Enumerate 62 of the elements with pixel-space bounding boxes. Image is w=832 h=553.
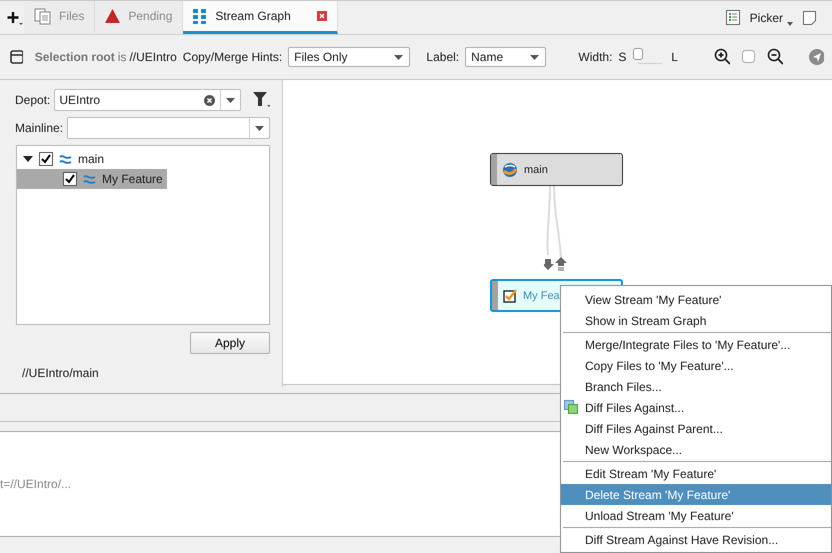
checkbox[interactable]	[39, 152, 53, 166]
clear-icon[interactable]	[204, 94, 216, 106]
zoom-out-icon[interactable]	[767, 48, 784, 66]
expand-arrow-icon[interactable]	[23, 154, 33, 164]
label-label: Label:	[426, 50, 460, 64]
tab[interactable]: Stream Graph	[183, 1, 338, 34]
menu-item[interactable]: Copy Files to 'My Feature'...	[561, 355, 831, 376]
slider-thumb[interactable]	[633, 48, 644, 60]
zoom-slider-icon[interactable]	[742, 50, 756, 64]
menu-item[interactable]: Edit Stream 'My Feature'	[561, 463, 831, 484]
selection-root-label: Selection root	[34, 50, 115, 64]
depot-label: Depot:	[15, 93, 50, 107]
stream-node[interactable]: main	[490, 153, 623, 186]
checkbox[interactable]	[63, 172, 77, 186]
depot-field[interactable]: UEIntro	[54, 89, 242, 111]
stream-path: //UEIntro/main	[22, 366, 100, 380]
triangle-icon	[105, 9, 120, 23]
menu-item[interactable]: Merge/Integrate Files to 'My Feature'...	[561, 334, 831, 355]
dropdown-caret-icon[interactable]	[787, 22, 793, 26]
dropdown-caret-icon	[226, 98, 236, 102]
menu-item[interactable]: Show in Stream Graph	[561, 310, 831, 331]
mainline-label: Mainline:	[15, 121, 64, 135]
window-icon[interactable]	[803, 10, 816, 24]
picker-label[interactable]: Picker	[750, 10, 783, 24]
globe-icon	[502, 162, 518, 178]
width-label: Width:	[578, 50, 612, 64]
menu-item[interactable]: Delete Stream 'My Feature'	[561, 484, 831, 505]
menu-item[interactable]: Unload Stream 'My Feature'	[561, 505, 831, 526]
hints-dropdown[interactable]: Files Only	[288, 47, 410, 67]
grid-icon	[193, 8, 208, 24]
overlapping-squares-icon	[564, 400, 578, 414]
stream-icon	[83, 174, 96, 184]
menu-item[interactable]: Diff Files Against...	[561, 397, 831, 418]
tree-item[interactable]: main	[17, 149, 108, 169]
tree-item[interactable]: My Feature	[17, 169, 167, 189]
menu-item[interactable]: Branch Files...	[561, 376, 831, 397]
dropdown-caret-icon	[255, 126, 264, 130]
apply-button[interactable]: Apply	[190, 332, 270, 354]
dropdown-caret-icon	[394, 54, 404, 60]
log-text: t=//UEIntro/...	[0, 477, 72, 491]
filter-icon[interactable]	[253, 92, 270, 108]
large-label: L	[671, 50, 678, 64]
menu-item[interactable]: Diff Files Against Parent...	[561, 418, 831, 439]
stream-icon	[59, 154, 72, 164]
panel-icon[interactable]	[10, 50, 23, 64]
documents-icon	[34, 8, 51, 24]
zoom-in-icon[interactable]	[714, 48, 730, 66]
selection-root-is: is	[118, 50, 126, 64]
small-label: S	[618, 50, 626, 64]
hints-label: Copy/Merge Hints:	[182, 50, 282, 64]
mainline-field[interactable]	[67, 117, 270, 139]
stream-name: My Feature	[102, 172, 163, 186]
label-dropdown[interactable]: Name	[465, 47, 546, 67]
dropdown-caret-icon	[530, 54, 540, 60]
list-icon[interactable]	[726, 10, 740, 25]
navigate-icon[interactable]	[809, 49, 824, 65]
checked-box-icon	[503, 288, 517, 302]
close-icon[interactable]	[316, 11, 327, 21]
menu-item[interactable]: New Workspace...	[561, 439, 831, 460]
selection-root-path: //UEIntro	[129, 50, 177, 64]
stream-name: main	[78, 152, 104, 166]
menu-item[interactable]: Diff Stream Against Have Revision...	[561, 529, 831, 550]
